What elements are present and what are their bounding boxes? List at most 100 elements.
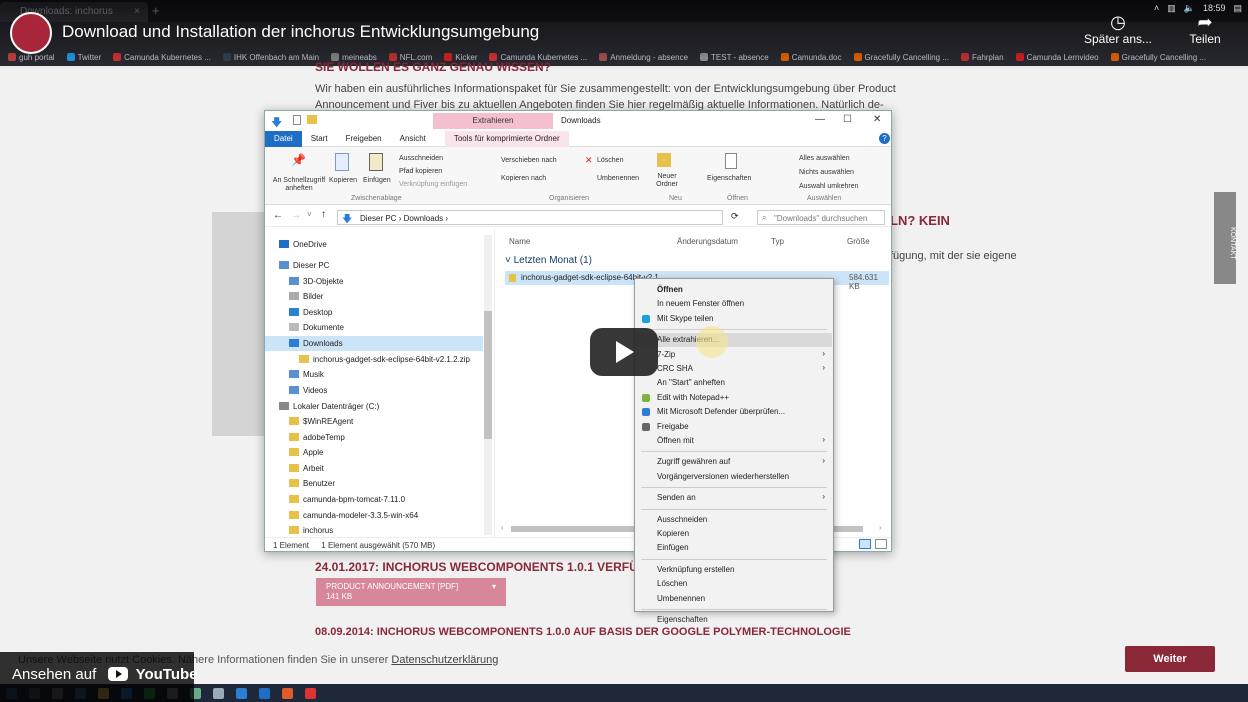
nav-item[interactable]: Musik bbox=[265, 367, 483, 382]
privacy-link[interactable]: Datenschutzerklärung bbox=[391, 654, 498, 666]
scroll-left-icon[interactable]: ‹ bbox=[501, 523, 504, 532]
properties-button[interactable]: Eigenschaften bbox=[707, 175, 751, 182]
network-icon[interactable]: ▥ bbox=[1167, 3, 1176, 14]
context-menu-item[interactable]: Öffnen bbox=[635, 283, 833, 297]
volume-icon[interactable]: 🔈 bbox=[1184, 3, 1195, 14]
nav-item[interactable]: $WinREAgent bbox=[265, 414, 483, 429]
context-menu-item[interactable]: Verknüpfung erstellen bbox=[635, 563, 833, 577]
taskbar-app-icon[interactable] bbox=[236, 687, 247, 699]
bookmark-item[interactable]: Fahrplan bbox=[960, 53, 1004, 62]
clock[interactable]: 18:59 bbox=[1203, 3, 1226, 14]
context-menu-item[interactable]: Löschen bbox=[635, 577, 833, 591]
rename-button[interactable]: Umbenennen bbox=[597, 175, 639, 182]
column-header-name[interactable]: Name bbox=[509, 237, 530, 246]
breadcrumb-downloads[interactable]: Downloads bbox=[404, 214, 444, 223]
close-tab-icon[interactable]: × bbox=[134, 6, 140, 17]
invert-selection-button[interactable]: Auswahl umkehren bbox=[799, 183, 859, 190]
nav-item[interactable]: Dieser PC bbox=[265, 258, 483, 273]
taskbar-app-icon[interactable] bbox=[213, 687, 224, 699]
bookmark-item[interactable]: Camunda Kubernetes ... bbox=[113, 53, 211, 62]
share-button[interactable]: ➦ Teilen bbox=[1180, 12, 1230, 46]
back-icon[interactable]: ← bbox=[273, 210, 283, 221]
close-icon[interactable]: ✕ bbox=[873, 114, 881, 125]
nav-item[interactable]: Desktop bbox=[265, 305, 483, 320]
context-menu-item[interactable]: An "Start" anheften bbox=[635, 376, 833, 390]
delete-button[interactable]: Löschen bbox=[597, 157, 623, 164]
nav-item[interactable]: Dokumente bbox=[265, 320, 483, 335]
search-input[interactable]: ⌕ "Downloads" durchsuchen bbox=[757, 210, 885, 225]
context-menu-item[interactable]: In neuem Fenster öffnen bbox=[635, 297, 833, 311]
bookmark-item[interactable]: Gracefully Cancelling ... bbox=[853, 53, 949, 62]
bookmark-item[interactable]: Twitter bbox=[66, 53, 101, 62]
nav-item[interactable]: Bilder bbox=[265, 289, 483, 304]
cut-button[interactable]: Ausschneiden bbox=[399, 155, 443, 162]
context-menu-item[interactable]: Alle extrahieren... bbox=[635, 333, 833, 347]
nav-item[interactable]: Videos bbox=[265, 383, 483, 398]
extract-context-tab[interactable]: Extrahieren bbox=[433, 113, 553, 129]
pin-quick-access-button[interactable]: An Schnellzugriff anheften bbox=[269, 177, 329, 193]
ribbon-tab-start[interactable]: Start bbox=[302, 131, 337, 147]
copy-button[interactable]: Kopieren bbox=[329, 177, 357, 184]
bookmark-item[interactable]: TEST - absence bbox=[700, 53, 769, 62]
scroll-right-icon[interactable]: › bbox=[879, 523, 882, 532]
context-menu-item[interactable]: Freigabe bbox=[635, 420, 833, 434]
pdf-download-button[interactable]: PRODUCT ANNOUNCEMENT [PDF] 141 KB ▾ bbox=[316, 578, 506, 606]
context-menu-item[interactable]: Kopieren bbox=[635, 527, 833, 541]
up-icon[interactable]: ↑ bbox=[321, 209, 326, 220]
bookmark-item[interactable]: IHK Offenbach am Main bbox=[222, 53, 319, 62]
details-view-icon[interactable] bbox=[859, 539, 871, 549]
nav-item[interactable]: OneDrive bbox=[265, 237, 483, 252]
video-title[interactable]: Download und Installation der inchorus E… bbox=[62, 22, 539, 42]
move-to-button[interactable]: Verschieben nach bbox=[501, 157, 557, 164]
context-menu-item[interactable]: Öffnen mit › bbox=[635, 434, 833, 448]
nav-item[interactable]: camunda-bpm-tomcat-7.11.0 bbox=[265, 492, 483, 507]
nav-item[interactable]: Apple bbox=[265, 445, 483, 460]
context-menu-item[interactable]: 7-Zip › bbox=[635, 348, 833, 362]
continue-button[interactable]: Weiter bbox=[1125, 646, 1215, 672]
context-menu-item[interactable]: Vorgängerversionen wiederherstellen bbox=[635, 470, 833, 484]
nav-item[interactable]: inchorus bbox=[265, 523, 483, 538]
nav-scrollbar-thumb[interactable] bbox=[484, 311, 492, 439]
new-folder-button[interactable]: Neuer Ordner bbox=[651, 173, 683, 189]
maximize-icon[interactable]: ☐ bbox=[843, 114, 852, 125]
nav-item[interactable]: Lokaler Datenträger (C:) bbox=[265, 399, 483, 414]
column-header-size[interactable]: Größe bbox=[847, 237, 870, 246]
bookmark-item[interactable]: Camunda Lernvideo bbox=[1015, 53, 1099, 62]
forward-icon[interactable]: → bbox=[291, 210, 301, 221]
nav-item[interactable]: inchorus-gadget-sdk-eclipse-64bit-v2.1.2… bbox=[265, 352, 483, 367]
notifications-icon[interactable]: ▤ bbox=[1233, 3, 1242, 14]
bookmark-item[interactable]: Gracefully Cancelling ... bbox=[1110, 53, 1206, 62]
address-bar[interactable]: 🡇 Dieser PC › Downloads › bbox=[337, 210, 723, 225]
context-menu-item[interactable]: CRC SHA › bbox=[635, 362, 833, 376]
column-header-type[interactable]: Typ bbox=[771, 237, 784, 246]
copy-path-button[interactable]: Pfad kopieren bbox=[399, 168, 442, 175]
breadcrumb-this-pc[interactable]: Dieser PC bbox=[360, 214, 396, 223]
nav-item[interactable]: adobeTemp bbox=[265, 430, 483, 445]
chevron-up-icon[interactable]: ˄ bbox=[1154, 3, 1159, 14]
nav-item[interactable]: Benutzer bbox=[265, 476, 483, 491]
context-menu-item[interactable]: Mit Microsoft Defender überprüfen... bbox=[635, 405, 833, 419]
taskbar-app-icon[interactable] bbox=[259, 687, 270, 699]
help-icon[interactable]: ? bbox=[879, 133, 890, 144]
bookmark-item[interactable]: Anmeldung - absence bbox=[599, 53, 688, 62]
column-header-date[interactable]: Änderungsdatum bbox=[677, 237, 738, 246]
ribbon-tab-freigeben[interactable]: Freigeben bbox=[337, 131, 391, 147]
select-none-button[interactable]: Nichts auswählen bbox=[799, 169, 854, 176]
ribbon-tab-tools[interactable]: Tools für komprimierte Ordner bbox=[444, 131, 569, 147]
nav-item[interactable]: Arbeit bbox=[265, 461, 483, 476]
watch-later-button[interactable]: ◷ Später ans... bbox=[1076, 12, 1160, 46]
nav-item[interactable]: Downloads bbox=[265, 336, 483, 351]
context-menu-item[interactable]: Einfügen bbox=[635, 541, 833, 555]
folder-icon[interactable] bbox=[307, 115, 317, 124]
minimize-icon[interactable]: — bbox=[815, 114, 825, 125]
ribbon-tab-ansicht[interactable]: Ansicht bbox=[391, 131, 435, 147]
tiles-view-icon[interactable] bbox=[875, 539, 887, 549]
context-menu-item[interactable]: Zugriff gewähren auf › bbox=[635, 455, 833, 469]
paste-button[interactable]: Einfügen bbox=[363, 177, 391, 184]
group-header[interactable]: ˅ Letzten Monat (1) bbox=[505, 255, 592, 266]
bookmark-item[interactable]: Camunda.doc bbox=[780, 53, 842, 62]
taskbar-app-icon[interactable] bbox=[282, 687, 293, 699]
nav-item[interactable]: 3D-Objekte bbox=[265, 274, 483, 289]
paste-shortcut-button[interactable]: Verknüpfung einfügen bbox=[399, 181, 467, 188]
context-menu-item[interactable]: Eigenschaften bbox=[635, 613, 833, 627]
